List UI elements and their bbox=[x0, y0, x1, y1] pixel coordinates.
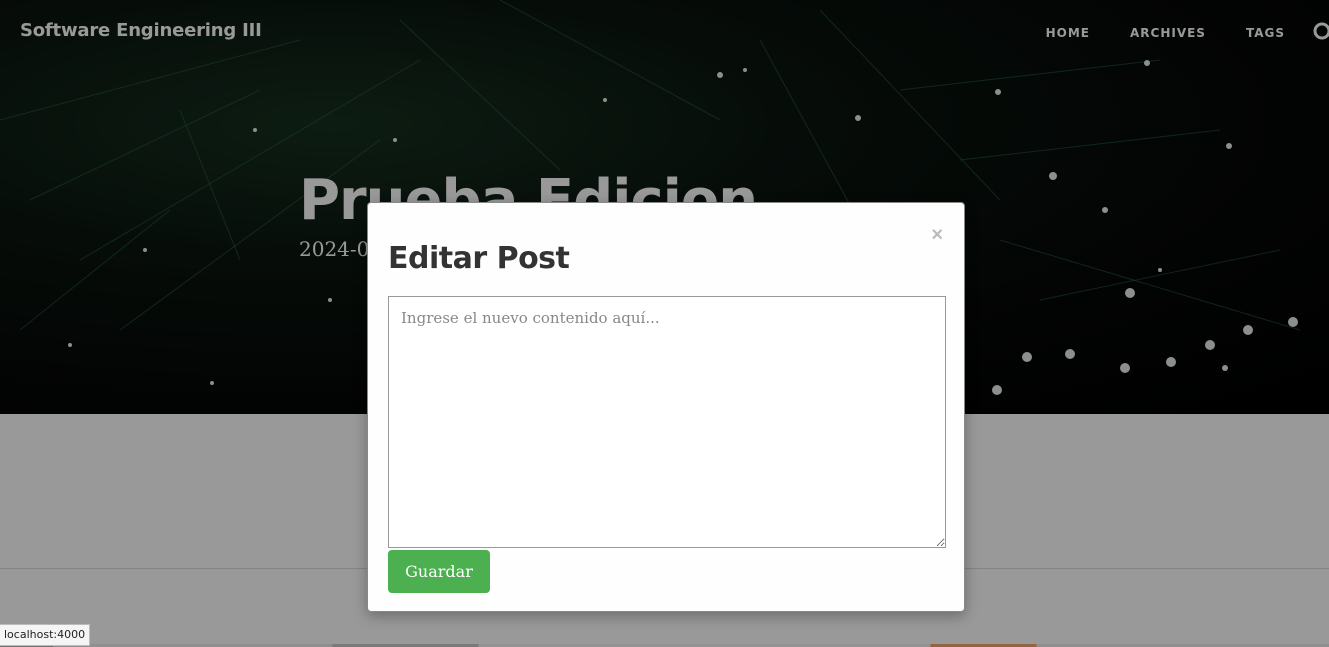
content-textarea[interactable] bbox=[388, 296, 946, 548]
edit-post-modal: × Editar Post Guardar bbox=[367, 202, 965, 612]
save-button[interactable]: Guardar bbox=[388, 550, 490, 593]
status-bar-url: localhost:4000 bbox=[0, 624, 91, 646]
page: Software Engineering III HOME ARCHIVES T… bbox=[0, 0, 1329, 647]
modal-title: Editar Post bbox=[388, 241, 570, 276]
close-icon[interactable]: × bbox=[931, 225, 943, 245]
